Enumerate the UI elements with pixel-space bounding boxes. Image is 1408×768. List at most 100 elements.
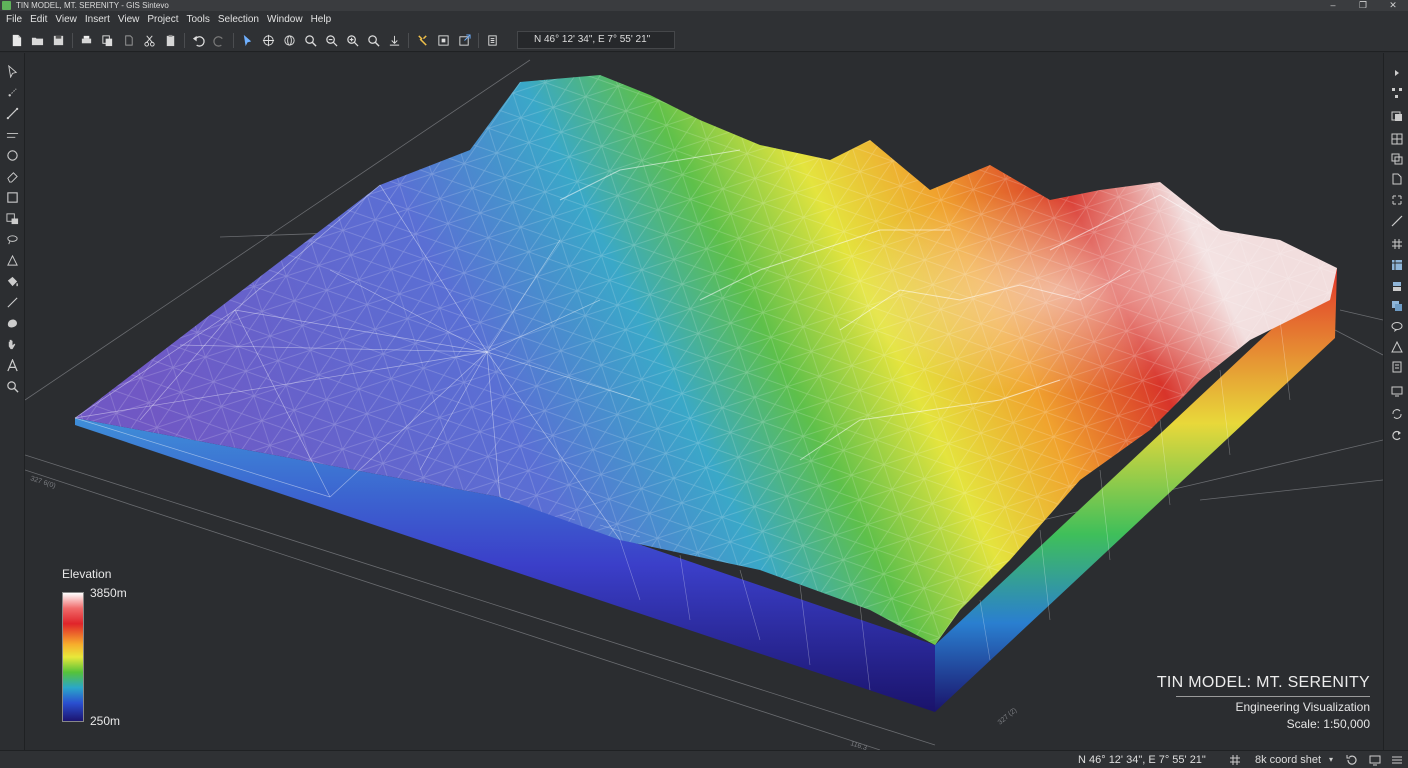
monitor-icon[interactable] [1389,383,1404,398]
clipboard-icon[interactable] [160,31,181,50]
cut-icon[interactable] [139,31,160,50]
pointer-icon[interactable] [4,63,21,80]
grid-icon[interactable] [1229,754,1241,766]
redo-icon[interactable] [1389,427,1404,442]
globe-icon[interactable] [279,31,300,50]
app-logo-icon [2,1,11,10]
status-bar: N 46° 12' 34", E 7° 55' 21" 8k coord she… [0,750,1408,768]
tile-icon[interactable] [1389,131,1404,146]
toolbar-separator [408,32,409,48]
paste-doc-icon[interactable] [118,31,139,50]
text-icon[interactable] [4,357,21,374]
select-pointer-icon[interactable] [237,31,258,50]
coordinate-sheet-select[interactable]: 8k coord shet [1255,751,1321,768]
hand-icon[interactable] [4,336,21,353]
blob-icon[interactable] [4,315,21,332]
tin-terrain-model[interactable]: 327 6(0) 116.3 327 (2) [25,53,1383,750]
polygon-select-icon[interactable] [4,210,21,227]
open-folder-icon[interactable] [27,31,48,50]
menu-help[interactable]: Help [307,11,336,29]
export-icon[interactable] [454,31,475,50]
menu-file[interactable]: File [2,11,26,29]
arrow-icon[interactable] [1389,65,1404,80]
ruler-line-icon[interactable] [4,294,21,311]
main-toolbar: N 46° 12' 34", E 7° 55' 21" [0,29,1408,52]
save-icon[interactable] [48,31,69,50]
menu-insert[interactable]: Insert [81,11,114,29]
rectangle-icon[interactable] [4,189,21,206]
menu-view-2[interactable]: View [114,11,144,29]
window-controls: – ❐ ✕ [1318,0,1408,11]
legend-max-label: 3850m [90,586,127,600]
ground-axis-label: 327 6(0) [29,475,56,490]
triangle-icon[interactable] [4,252,21,269]
refresh-icon[interactable] [1346,754,1358,766]
copy-icon[interactable] [97,31,118,50]
copy-icon[interactable] [1389,151,1404,166]
zoom-out-icon[interactable] [321,31,342,50]
polyline-icon[interactable] [4,126,21,143]
redo-icon[interactable] [209,31,230,50]
delta-icon[interactable] [1389,339,1404,354]
zoom-extent-icon[interactable] [342,31,363,50]
model-scale: Scale: 1:50,000 [1286,717,1370,731]
pan-icon[interactable] [258,31,279,50]
menu-window[interactable]: Window [263,11,307,29]
document-icon[interactable] [1389,171,1404,186]
print-icon[interactable] [76,31,97,50]
caption-divider [1176,696,1370,697]
window-title: TIN MODEL, MT. SERENITY - GIS Sintevo [16,1,169,10]
elevation-color-ramp [62,592,84,722]
tools-icon[interactable] [412,31,433,50]
properties-icon[interactable] [482,31,503,50]
table-icon[interactable] [1389,257,1404,272]
layers-icon[interactable] [1389,108,1404,123]
stamp-icon[interactable] [1389,359,1404,374]
sync-icon[interactable] [1389,406,1404,421]
left-tool-panel [0,53,25,750]
minimize-button[interactable]: – [1318,0,1348,11]
maximize-button[interactable]: ❐ [1348,0,1378,11]
legend-title: Elevation [62,567,112,581]
grid-icon[interactable] [1389,236,1404,251]
nodes-icon[interactable] [1389,85,1404,100]
magnifier-icon[interactable] [4,378,21,395]
toolbar-separator [233,32,234,48]
undo-icon[interactable] [188,31,209,50]
lasso-icon[interactable] [4,231,21,248]
layer-frame-icon[interactable] [433,31,454,50]
monitor-icon[interactable] [1369,754,1381,766]
measure-icon[interactable] [384,31,405,50]
toolbar-separator [72,32,73,48]
toolbar-coordinate-display[interactable]: N 46° 12' 34", E 7° 55' 21" [517,31,675,49]
speech-icon[interactable] [1389,319,1404,334]
menu-project[interactable]: Project [143,11,182,29]
diagonal-icon[interactable] [1389,213,1404,228]
point-icon[interactable] [4,84,21,101]
close-button[interactable]: ✕ [1378,0,1408,11]
line-icon[interactable] [4,105,21,122]
zoom-in-icon[interactable] [300,31,321,50]
eraser-icon[interactable] [4,168,21,185]
circle-icon[interactable] [4,147,21,164]
menu-selection[interactable]: Selection [214,11,263,29]
legend-min-label: 250m [90,714,121,728]
menu-tools[interactable]: Tools [183,11,214,29]
menu-view[interactable]: View [51,11,81,29]
align-icon[interactable] [1389,192,1404,207]
chevron-down-icon[interactable]: ▾ [1329,751,1333,768]
toolbar-separator [184,32,185,48]
zoom-window-icon[interactable] [363,31,384,50]
model-title: TIN MODEL: MT. SERENITY [1156,674,1370,691]
bucket-icon[interactable] [4,273,21,290]
menu-edit[interactable]: Edit [26,11,51,29]
stack-icon[interactable] [1389,278,1404,293]
menu-lines-icon[interactable] [1391,754,1403,766]
model-subtitle: Engineering Visualization [1235,700,1370,714]
status-coordinates: N 46° 12' 34", E 7° 55' 21" [1078,754,1206,766]
menu-bar: File Edit View Insert View Project Tools… [0,11,1408,29]
map-viewport[interactable]: 327 6(0) 116.3 327 (2) [25,53,1383,750]
new-file-icon[interactable] [6,31,27,50]
overlay-icon[interactable] [1389,298,1404,313]
right-tool-panel [1383,53,1408,750]
